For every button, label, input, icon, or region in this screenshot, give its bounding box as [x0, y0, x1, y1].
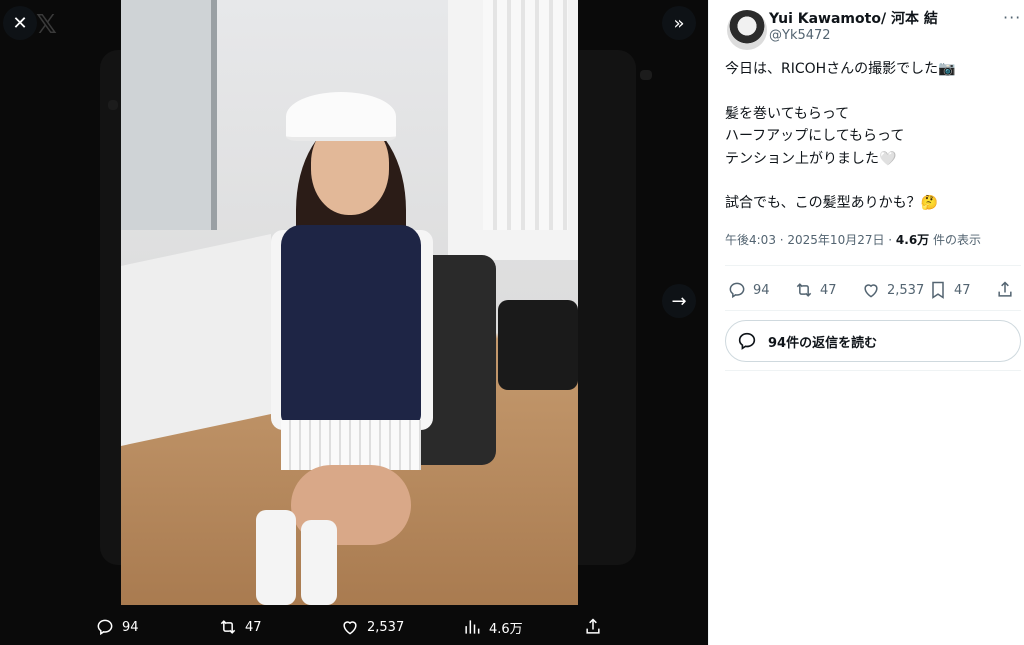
share-button[interactable]	[995, 280, 1015, 300]
reply-count: 94	[753, 282, 770, 298]
bookmark-button[interactable]: 47	[928, 280, 971, 300]
tweet-views-label: 件の表示	[929, 233, 982, 247]
tweet-line: 試合でも、この髪型ありかも？🤔	[725, 195, 939, 211]
author-handle[interactable]: @Yk5472	[769, 28, 831, 43]
repost-icon	[796, 283, 812, 297]
read-replies-label: 94件の返信を読む	[768, 335, 878, 351]
avatar[interactable]	[727, 10, 767, 50]
viewer-reply-count: 94	[122, 619, 139, 635]
tweet-meta: 午後4:03 · 2025年10月27日 · 4.6万 件の表示	[725, 231, 981, 248]
like-icon	[864, 284, 878, 298]
share-icon	[998, 281, 1012, 297]
like-count: 2,537	[887, 282, 925, 298]
share-icon	[586, 618, 600, 634]
bookmark-count: 47	[954, 282, 971, 298]
more-icon[interactable]: ···	[1003, 8, 1021, 27]
viewer-like-count: 2,537	[367, 619, 405, 635]
viewer-reply-button[interactable]: 94	[95, 617, 139, 637]
viewer-repost-count: 47	[245, 619, 262, 635]
tweet-line: 今日は、RICOHさんの撮影でした📷	[725, 61, 956, 77]
background-text-line	[640, 70, 652, 80]
background-text-line	[108, 100, 118, 110]
photo-visor	[286, 92, 396, 141]
x-logo-icon: 𝕏	[36, 10, 57, 40]
collapse-panel-icon: »	[673, 12, 685, 34]
reply-button[interactable]: 94	[727, 280, 770, 300]
viewer-like-button[interactable]: 2,537	[340, 617, 404, 637]
tweet-line-gap	[725, 81, 1015, 103]
divider	[725, 370, 1021, 371]
photo-skirt	[281, 420, 421, 470]
next-media-button[interactable]: →	[662, 284, 696, 318]
reply-icon	[729, 282, 745, 299]
next-arrow-icon: →	[671, 290, 687, 312]
tweet-timestamp[interactable]: 午後4:03 · 2025年10月27日 ·	[725, 233, 896, 247]
reply-icon	[97, 619, 113, 636]
repost-count: 47	[820, 282, 837, 298]
like-button[interactable]: 2,537	[861, 280, 924, 300]
viewer-share-button[interactable]	[583, 617, 603, 637]
media-viewer: ✕ 𝕏 » → 94 47 2,537 4.6万	[0, 0, 708, 645]
photo-bag	[498, 300, 578, 390]
divider	[725, 265, 1021, 266]
photo-sweater-vest	[281, 225, 421, 425]
photo-mirror	[121, 0, 217, 230]
photo-desk	[121, 234, 271, 446]
author-name[interactable]: Yui Kawamoto/ 河本 結	[769, 8, 938, 28]
tweet-detail-panel: Yui Kawamoto/ 河本 結 @Yk5472 ··· 今日は、RICOH…	[708, 0, 1024, 645]
photo-curtain	[483, 0, 568, 230]
reply-icon	[738, 332, 756, 350]
photo-sock	[256, 510, 296, 605]
close-icon: ✕	[12, 12, 28, 34]
bookmark-icon	[932, 281, 944, 299]
photo-sock	[301, 520, 337, 605]
read-replies-button[interactable]: 94件の返信を読む	[725, 320, 1021, 362]
views-icon	[465, 620, 480, 634]
like-icon	[343, 621, 357, 635]
divider	[725, 310, 1021, 311]
viewer-repost-button[interactable]: 47	[218, 617, 262, 637]
viewer-views-count: 4.6万	[489, 621, 523, 637]
repost-button[interactable]: 47	[794, 280, 837, 300]
repost-icon	[220, 620, 236, 634]
tweet-text: 今日は、RICOHさんの撮影でした📷 髪を巻いてもらって ハーフアップにしてもら…	[725, 58, 1015, 215]
tweet-line: ハーフアップにしてもらって	[725, 128, 905, 144]
tweet-line: 髪を巻いてもらって	[725, 105, 850, 122]
tweet-line: テンション上がりました🤍	[725, 150, 897, 167]
collapse-panel-button[interactable]: »	[662, 6, 696, 40]
viewer-views-button[interactable]: 4.6万	[462, 617, 523, 637]
tweet-views-count: 4.6万	[895, 233, 930, 247]
tweet-line-gap	[725, 170, 1015, 192]
tweet-photo[interactable]	[121, 0, 578, 605]
close-button[interactable]: ✕	[3, 6, 37, 40]
